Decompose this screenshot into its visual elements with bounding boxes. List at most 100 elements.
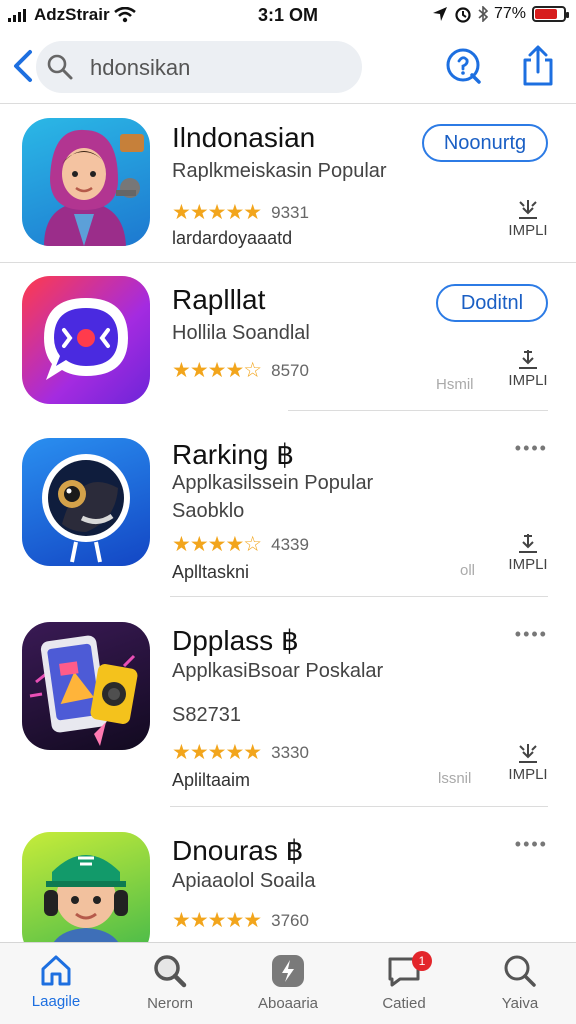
share-icon[interactable] [518, 44, 558, 88]
download-icon [519, 200, 537, 219]
more-options-icon[interactable]: •••• [515, 624, 548, 645]
tab-label: Laagile [31, 993, 81, 1010]
app-name: Raplllat [172, 284, 266, 315]
size-label: IMPLI [508, 222, 548, 239]
battery-level [535, 9, 557, 19]
size-meta: IMPLI [506, 198, 550, 239]
more-options-icon[interactable]: •••• [515, 438, 548, 459]
list-item[interactable]: Dpplass ฿ ApplkasiBsoar Poskalar S82731 … [0, 620, 576, 800]
download-icon [519, 350, 537, 369]
search-header: hdonsikan [0, 36, 576, 104]
download-icon [519, 744, 537, 763]
app-subtitle: Raplkmeiskasin Popular [172, 160, 387, 182]
search-icon [154, 955, 187, 988]
size-label: IMPLI [508, 372, 548, 389]
app-name: Dpplass ฿ [172, 625, 299, 656]
app-subtitle: Hollila Soandlal [172, 322, 310, 344]
apps-icon [272, 955, 304, 987]
app-developer: S82731 [172, 704, 241, 726]
app-rating: ★★★★★ 9331 [172, 200, 309, 225]
size-label: IMPLI [508, 766, 548, 783]
side-note: oll [460, 562, 476, 579]
size-meta: IMPLI [506, 532, 550, 573]
tab-search-2[interactable]: Yaiva [470, 953, 570, 1012]
chat-bubble-icon [44, 298, 128, 380]
tab-home[interactable]: Laagile [6, 953, 106, 1010]
back-button[interactable] [10, 48, 38, 84]
divider [170, 596, 548, 597]
app-icon [22, 832, 150, 942]
tab-apps[interactable]: Aboaaria [238, 953, 338, 1012]
tab-label: Aboaaria [257, 995, 319, 1012]
search-query: hdonsikan [90, 55, 191, 80]
list-item[interactable]: Dnouras ฿ Apiaaolol Soaila ★★★★★ 3760 ••… [0, 830, 576, 942]
rating-count: 9331 [271, 202, 309, 222]
camera-icon [42, 454, 130, 563]
location-icon [432, 7, 447, 21]
tab-bar: Laagile Nerorn Aboaaria 1 Catied Yaiva [0, 942, 576, 1024]
notification-badge: 1 [412, 951, 432, 971]
divider [170, 806, 548, 807]
app-subtitle: ApplkasiBsoar Poskalar [172, 660, 384, 682]
app-icon [22, 118, 150, 246]
star-rating: ★★★★☆ [172, 533, 262, 556]
app-category: lardardoyaaatd [172, 228, 293, 248]
star-rating: ★★★★★ [172, 909, 262, 932]
app-name: Ilndonasian [172, 122, 316, 153]
tab-label: Yaiva [501, 995, 539, 1012]
divider [0, 262, 576, 263]
search-icon [47, 54, 73, 80]
app-name: Dnouras ฿ [172, 835, 304, 866]
app-rating: ★★★★☆ 4339 [172, 532, 309, 557]
size-label: IMPLI [508, 556, 548, 573]
get-button[interactable]: Noonurtg [422, 124, 548, 162]
rating-count: 3760 [271, 910, 309, 930]
help-icon[interactable] [444, 46, 484, 86]
alarm-icon [455, 7, 471, 23]
status-bar: AdzStrair 3:1 OM 77% [0, 0, 576, 30]
app-developer: Saobklo [172, 500, 245, 522]
search-icon [504, 955, 536, 987]
tab-search[interactable]: Nerorn [120, 953, 220, 1012]
app-rating: ★★★★☆ 8570 [172, 358, 309, 383]
download-icon [519, 534, 537, 553]
star-rating: ★★★★☆ [172, 359, 262, 382]
tab-chat[interactable]: 1 Catied [354, 951, 454, 1012]
app-subtitle: Apiaaolol Soaila [172, 870, 316, 892]
search-input[interactable]: hdonsikan [36, 41, 362, 93]
get-button[interactable]: Doditnl [436, 284, 548, 322]
phone-camera-icon [29, 635, 138, 746]
star-rating: ★★★★★ [172, 201, 262, 224]
side-note: lssnil [438, 770, 472, 787]
rating-count: 8570 [271, 360, 309, 380]
app-icon [22, 622, 150, 750]
battery-icon [532, 6, 569, 22]
bluetooth-icon [478, 6, 488, 22]
side-note: Hsmil [436, 376, 474, 393]
size-meta: IMPLI [506, 742, 550, 783]
list-item[interactable]: Ilndonasian Raplkmeiskasin Popular ★★★★★… [0, 116, 576, 256]
home-icon [41, 955, 71, 986]
list-item[interactable]: Rarking ฿ Applkasilssein Popular Saobklo… [0, 434, 576, 594]
battery-percent: 77% [493, 5, 526, 22]
tab-label: Nerorn [147, 995, 193, 1012]
status-right: 77% [432, 5, 569, 23]
app-category: Apliltaaim [172, 770, 251, 790]
avatar-icon [44, 855, 128, 942]
app-category: Aplltaskni [172, 562, 250, 582]
size-meta: IMPLI [506, 348, 550, 389]
more-options-icon[interactable]: •••• [515, 834, 548, 855]
list-item[interactable]: Raplllat Hollila Soandlal ★★★★☆ 8570 Dod… [0, 274, 576, 414]
rating-count: 4339 [271, 534, 309, 554]
tab-label: Catied [382, 995, 426, 1012]
divider [288, 410, 548, 411]
app-name: Rarking ฿ [172, 439, 295, 470]
star-rating: ★★★★★ [172, 741, 262, 764]
app-icon [22, 438, 150, 566]
rating-count: 3330 [271, 742, 309, 762]
app-rating: ★★★★★ 3760 [172, 908, 309, 933]
app-subtitle: Applkasilssein Popular [172, 472, 374, 494]
app-rating: ★★★★★ 3330 [172, 740, 309, 765]
avatar-icon [44, 129, 144, 246]
app-icon [22, 276, 150, 404]
